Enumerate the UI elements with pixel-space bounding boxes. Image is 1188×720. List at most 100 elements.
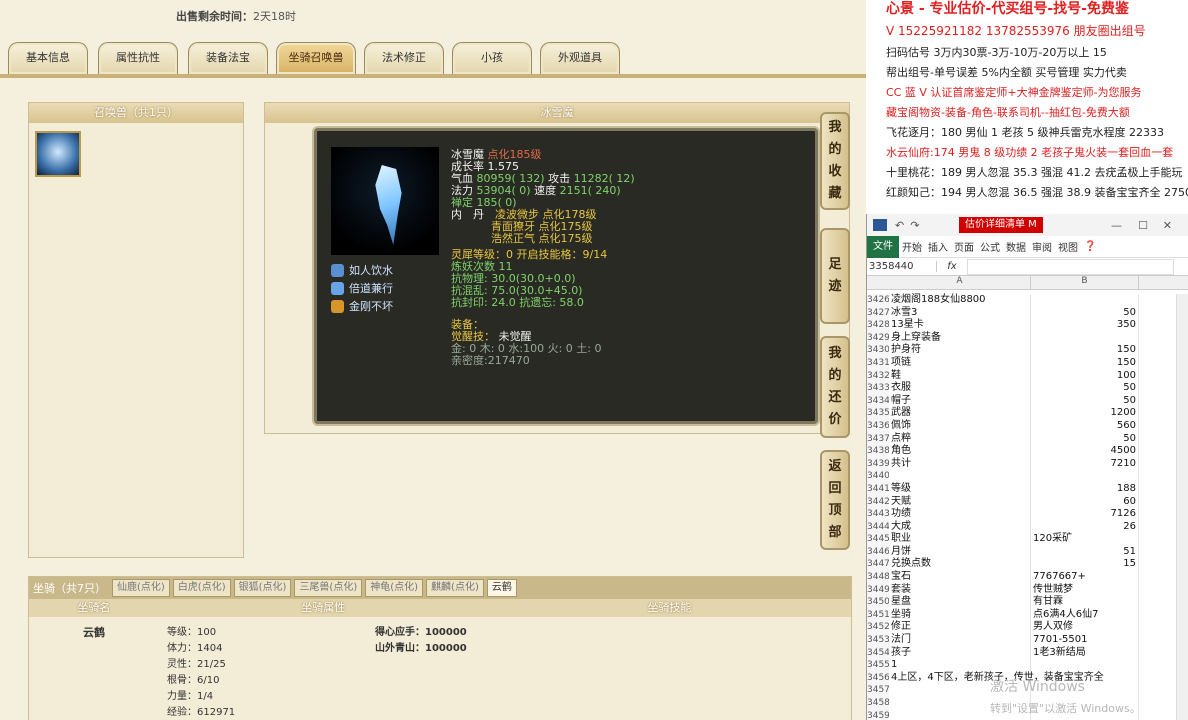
tab-children[interactable]: 小孩	[452, 42, 532, 74]
cell-a[interactable]: 点粹	[889, 432, 1031, 446]
cell-a[interactable]: 护身符	[889, 344, 1031, 357]
minimize-icon[interactable]: —	[1111, 219, 1122, 232]
save-icon[interactable]	[873, 219, 887, 231]
ribbon-tab[interactable]: 数据	[1003, 239, 1029, 254]
my-bargain-button[interactable]: 我的还价	[820, 336, 850, 438]
row-number[interactable]: 3458	[867, 697, 889, 710]
cell-b[interactable]: 150	[1031, 344, 1139, 357]
cell-b[interactable]: 60	[1031, 495, 1139, 509]
cell-b[interactable]: 7767667+	[1031, 571, 1139, 584]
pet-skill[interactable]: 倍道兼行	[331, 279, 393, 297]
cell-a[interactable]: 星盘	[889, 596, 1031, 609]
cell-b[interactable]: 有甘霖	[1031, 596, 1139, 609]
row-number[interactable]: 3451	[867, 608, 889, 622]
row-number[interactable]: 3452	[867, 621, 889, 635]
cell-b[interactable]: 1200	[1031, 407, 1139, 420]
cell-b[interactable]: 120采矿	[1031, 533, 1139, 546]
cell-b[interactable]: 50	[1031, 306, 1139, 320]
row-number[interactable]: 3442	[867, 495, 889, 509]
row-number[interactable]: 3454	[867, 646, 889, 660]
row-number[interactable]: 3455	[867, 659, 889, 672]
tab-basic-info[interactable]: 基本信息	[8, 42, 88, 74]
footprint-button[interactable]: 足迹	[820, 228, 850, 324]
ribbon-tab[interactable]: 插入	[925, 239, 951, 254]
cell-b[interactable]: 50	[1031, 394, 1139, 408]
cell-b[interactable]: 4500	[1031, 445, 1139, 458]
row-number[interactable]: 3439	[867, 457, 889, 471]
cell-a[interactable]: 功绩	[889, 508, 1031, 521]
cell-a[interactable]: 套装	[889, 583, 1031, 597]
cell-a[interactable]: 天赋	[889, 495, 1031, 509]
col-header-b[interactable]: B	[1031, 276, 1139, 289]
row-number[interactable]: 3459	[867, 709, 889, 720]
cell-b[interactable]	[1031, 659, 1139, 672]
cell-b[interactable]: 15	[1031, 558, 1139, 572]
row-number[interactable]: 3432	[867, 369, 889, 383]
row-number[interactable]: 3440	[867, 470, 889, 483]
pet-skill[interactable]: 如人饮水	[331, 261, 393, 279]
cell-b[interactable]: 7210	[1031, 457, 1139, 471]
mount-tab[interactable]: 仙鹿(点化)	[112, 579, 170, 597]
row-number[interactable]: 3431	[867, 356, 889, 370]
tab-equipment[interactable]: 装备法宝	[188, 42, 268, 74]
row-number[interactable]: 3434	[867, 394, 889, 408]
ribbon-tab[interactable]: 视图	[1055, 239, 1081, 254]
ribbon-tab[interactable]: 页面	[951, 239, 977, 254]
row-number[interactable]: 3436	[867, 419, 889, 433]
row-number[interactable]: 3430	[867, 344, 889, 357]
cell-b[interactable]: 150	[1031, 356, 1139, 370]
cell-b[interactable]: 50	[1031, 382, 1139, 395]
row-number[interactable]: 3428	[867, 319, 889, 332]
mount-tab[interactable]: 神龟(点化)	[365, 579, 424, 597]
name-box[interactable]: 3358440	[867, 261, 937, 272]
cell-a[interactable]: 佩饰	[889, 419, 1031, 433]
cell-a[interactable]: 修正	[889, 621, 1031, 635]
cell-a[interactable]: 角色	[889, 445, 1031, 458]
col-header-a[interactable]: A	[889, 276, 1031, 289]
cell-b[interactable]	[1031, 470, 1139, 483]
cell-a[interactable]: 职业	[889, 533, 1031, 546]
ribbon-tab[interactable]: 审阅	[1029, 239, 1055, 254]
cell-a[interactable]: 鞋	[889, 369, 1031, 383]
row-number[interactable]: 3441	[867, 482, 889, 496]
cell-a[interactable]: 坐骑	[889, 608, 1031, 622]
cell-a[interactable]: 项链	[889, 356, 1031, 370]
cell-b[interactable]: 男人双修	[1031, 621, 1139, 635]
cell-a[interactable]: 月饼	[889, 545, 1031, 559]
pet-skill[interactable]: 金刚不坏	[331, 297, 393, 315]
row-number[interactable]: 3448	[867, 571, 889, 584]
my-favorites-button[interactable]: 我的收藏	[820, 112, 850, 210]
row-number[interactable]: 3443	[867, 508, 889, 521]
mount-tab[interactable]: 银狐(点化)	[233, 579, 292, 597]
row-number[interactable]: 3445	[867, 533, 889, 546]
cell-b[interactable]	[1031, 331, 1139, 345]
cell-b[interactable]: 7126	[1031, 508, 1139, 521]
mount-tab[interactable]: 麒麟(点化)	[426, 579, 484, 597]
row-number[interactable]: 3438	[867, 445, 889, 458]
cell-b[interactable]: 26	[1031, 520, 1139, 534]
ribbon-file[interactable]: 文件	[867, 235, 899, 258]
row-number[interactable]: 3437	[867, 432, 889, 446]
cell-a[interactable]: 等级	[889, 482, 1031, 496]
vertical-scrollbar[interactable]	[1176, 294, 1188, 720]
row-number[interactable]: 3429	[867, 331, 889, 345]
maximize-icon[interactable]: ☐	[1138, 219, 1148, 232]
cell-b[interactable]: 51	[1031, 545, 1139, 559]
help-icon[interactable]: ❓	[1081, 241, 1099, 252]
ribbon-tab[interactable]: 公式	[977, 239, 1003, 254]
cell-b[interactable]: 350	[1031, 319, 1139, 332]
row-number[interactable]: 3453	[867, 634, 889, 647]
row-number[interactable]: 3449	[867, 583, 889, 597]
cell-b[interactable]	[1031, 294, 1139, 307]
cell-a[interactable]: 凌烟阁188女仙8800	[889, 294, 1031, 307]
cell-a[interactable]: 1	[889, 659, 1031, 672]
close-icon[interactable]: ✕	[1163, 219, 1172, 232]
cell-b[interactable]: 50	[1031, 432, 1139, 446]
cell-a[interactable]: 共计	[889, 457, 1031, 471]
cell-b[interactable]: 传世贼梦	[1031, 583, 1139, 597]
cell-a[interactable]: 法门	[889, 634, 1031, 647]
row-number[interactable]: 3444	[867, 520, 889, 534]
cell-b[interactable]: 点6满4人6仙7	[1031, 608, 1139, 622]
cell-a[interactable]: 宝石	[889, 571, 1031, 584]
tab-attributes[interactable]: 属性抗性	[98, 42, 178, 74]
